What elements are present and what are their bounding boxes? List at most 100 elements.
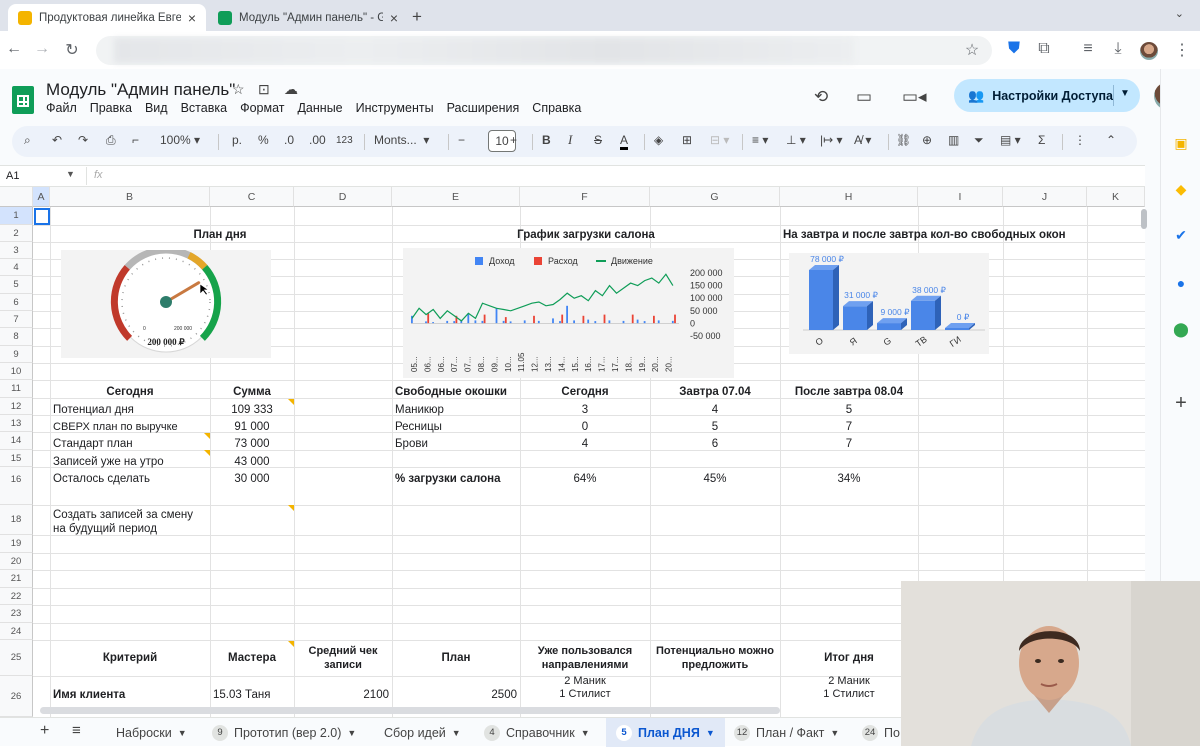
- move-folder-icon[interactable]: ⊡: [258, 81, 270, 98]
- column-header-h[interactable]: H: [780, 187, 918, 207]
- comments-icon[interactable]: ▭: [856, 87, 872, 107]
- browser-tab[interactable]: Модуль "Админ панель" - G ×: [208, 4, 408, 31]
- star-icon[interactable]: ☆: [232, 81, 245, 98]
- row-header[interactable]: 10: [0, 363, 33, 380]
- profile-avatar[interactable]: [1140, 42, 1158, 60]
- row-header[interactable]: 25: [0, 640, 33, 676]
- collapse-toolbar-icon[interactable]: ⌃: [1106, 133, 1116, 147]
- close-tab-icon[interactable]: ×: [390, 10, 398, 26]
- selected-cell-a1[interactable]: [34, 208, 50, 225]
- row-header[interactable]: 2: [0, 225, 33, 242]
- row-header[interactable]: 21: [0, 570, 33, 588]
- undo-icon[interactable]: ↶: [52, 133, 62, 147]
- insert-link-icon[interactable]: ⛓: [896, 133, 911, 147]
- sheet-tab-menu-icon[interactable]: ▼: [581, 728, 590, 738]
- column-header-b[interactable]: B: [50, 187, 210, 207]
- name-box-dropdown-icon[interactable]: ▼: [66, 169, 75, 179]
- more-formats-button[interactable]: 123: [336, 135, 353, 146]
- reload-icon[interactable]: ↻: [62, 40, 82, 60]
- currency-format-button[interactable]: р.: [232, 133, 242, 147]
- add-sheet-icon[interactable]: +: [40, 722, 49, 740]
- tasks-icon[interactable]: ✔: [1173, 227, 1189, 243]
- shield-extension-icon[interactable]: ⛊: [1004, 40, 1024, 58]
- browser-menu-icon[interactable]: ⋮: [1172, 40, 1192, 60]
- sheet-tab[interactable]: Наброски ▼: [116, 718, 187, 747]
- italic-button[interactable]: I: [568, 132, 572, 148]
- sheet-tab-menu-icon[interactable]: ▼: [452, 728, 461, 738]
- sheet-tab-menu-icon[interactable]: ▼: [347, 728, 356, 738]
- decrease-decimal-button[interactable]: .0: [284, 133, 294, 147]
- row-header[interactable]: 22: [0, 588, 33, 605]
- text-color-button[interactable]: A: [620, 133, 629, 150]
- row-header[interactable]: 6: [0, 294, 33, 311]
- all-sheets-icon[interactable]: ≡: [72, 722, 81, 739]
- filter-views-icon[interactable]: ▤ ▾: [1000, 133, 1021, 147]
- media-icon[interactable]: ≡: [1078, 40, 1098, 58]
- merge-cells-icon[interactable]: ⊟ ▾: [710, 133, 729, 147]
- bold-button[interactable]: B: [542, 133, 551, 147]
- sheet-tab-menu-icon[interactable]: ▼: [178, 728, 187, 738]
- column-header-e[interactable]: E: [392, 187, 520, 207]
- download-icon[interactable]: ⤓: [1108, 40, 1128, 58]
- row-header[interactable]: 24: [0, 623, 33, 640]
- column-header-i[interactable]: I: [918, 187, 1003, 207]
- menu-view[interactable]: Вид: [145, 101, 168, 115]
- address-bar[interactable]: [96, 36, 992, 65]
- horizontal-scrollbar[interactable]: [40, 707, 780, 714]
- functions-icon[interactable]: Σ: [1038, 133, 1045, 147]
- row-header[interactable]: 9: [0, 346, 33, 363]
- strikethrough-button[interactable]: S: [594, 133, 602, 147]
- formula-input[interactable]: [120, 168, 1120, 184]
- menu-help[interactable]: Справка: [532, 101, 581, 115]
- sheets-logo-icon[interactable]: [12, 86, 34, 114]
- row-header[interactable]: 11: [0, 380, 33, 398]
- horizontal-align-icon[interactable]: ≡ ▾: [752, 133, 768, 147]
- row-header[interactable]: 20: [0, 553, 33, 570]
- menu-extensions[interactable]: Расширения: [447, 101, 520, 115]
- menu-file[interactable]: Файл: [46, 101, 77, 115]
- sheet-tab-menu-icon[interactable]: ▼: [706, 728, 715, 738]
- column-header-g[interactable]: G: [650, 187, 780, 207]
- redo-icon[interactable]: ↷: [78, 133, 88, 147]
- load-chart[interactable]: Доход Расход Движение 200 000 150 000 100 …: [403, 248, 734, 378]
- row-header[interactable]: 19: [0, 535, 33, 553]
- history-icon[interactable]: ⟲: [814, 87, 828, 107]
- sheet-tab[interactable]: 24 По: [862, 718, 900, 747]
- add-addon-icon[interactable]: +: [1173, 393, 1189, 413]
- font-select[interactable]: Monts... ▾: [374, 133, 429, 147]
- row-header[interactable]: 8: [0, 328, 33, 346]
- menu-tools[interactable]: Инструменты: [356, 101, 434, 115]
- borders-icon[interactable]: ⊞: [682, 133, 692, 147]
- share-button[interactable]: 👥 Настройки Доступа ▼: [954, 79, 1140, 112]
- meet-icon[interactable]: ▭◂: [902, 87, 927, 107]
- row-header[interactable]: 14: [0, 432, 33, 450]
- extensions-icon[interactable]: ⧉: [1034, 40, 1054, 58]
- column-header-d[interactable]: D: [294, 187, 392, 207]
- search-menus-icon[interactable]: ⌕: [24, 133, 31, 148]
- column-header-f[interactable]: F: [520, 187, 650, 207]
- more-options-icon[interactable]: ⋮: [1074, 133, 1086, 147]
- name-box[interactable]: A1: [6, 170, 19, 182]
- print-icon[interactable]: ⎙: [106, 133, 116, 148]
- sheet-tab-active[interactable]: 5 План ДНЯ ▼: [606, 718, 725, 747]
- vertical-scrollbar[interactable]: [1141, 209, 1147, 229]
- select-all-corner[interactable]: [0, 187, 33, 207]
- row-header[interactable]: 18: [0, 505, 33, 535]
- doc-title[interactable]: Модуль "Админ панель": [46, 80, 235, 100]
- menu-edit[interactable]: Правка: [90, 101, 132, 115]
- column-header-a[interactable]: A: [33, 187, 50, 207]
- back-icon[interactable]: ←: [4, 40, 24, 58]
- menu-insert[interactable]: Вставка: [181, 101, 227, 115]
- contacts-icon[interactable]: ●: [1173, 275, 1189, 291]
- vertical-align-icon[interactable]: ⊥ ▾: [786, 133, 806, 147]
- close-tab-icon[interactable]: ×: [188, 10, 196, 26]
- row-header[interactable]: 23: [0, 605, 33, 623]
- fill-color-icon[interactable]: ◈: [654, 133, 663, 147]
- row-header[interactable]: 7: [0, 311, 33, 328]
- increase-decimal-button[interactable]: .00: [309, 133, 326, 147]
- row-header[interactable]: 5: [0, 276, 33, 294]
- sheet-tab[interactable]: Сбор идей ▼: [384, 718, 461, 747]
- sheet-tab[interactable]: 4 Справочник ▼: [484, 718, 590, 747]
- percent-format-button[interactable]: %: [258, 133, 269, 147]
- row-header[interactable]: 15: [0, 450, 33, 467]
